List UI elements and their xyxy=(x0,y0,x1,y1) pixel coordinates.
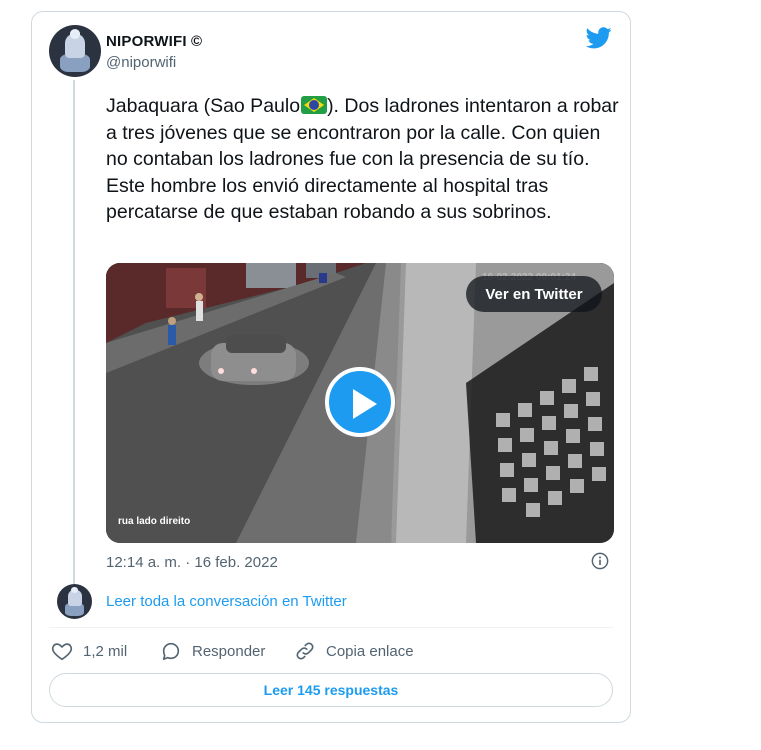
read-conversation-link[interactable]: Leer toda la conversación en Twitter xyxy=(106,593,347,610)
speech-bubble-icon xyxy=(162,642,180,661)
link-icon xyxy=(296,642,314,660)
tweet-timestamp[interactable]: 12:14 a. m. · 16 feb. 2022 xyxy=(106,554,278,571)
copy-link-action[interactable]: Copia enlace xyxy=(294,640,414,662)
author-avatar[interactable] xyxy=(49,25,101,77)
tweet-text-part1: Jabaquara (Sao Paulo xyxy=(106,95,301,117)
play-icon[interactable] xyxy=(325,367,395,437)
author-handle[interactable]: @niporwifi xyxy=(106,54,176,71)
info-icon[interactable] xyxy=(591,552,609,570)
reply-action[interactable]: Responder xyxy=(160,640,265,662)
copy-link-label: Copia enlace xyxy=(326,642,414,660)
brazil-flag-icon xyxy=(301,96,328,114)
divider xyxy=(49,627,613,628)
reply-label: Responder xyxy=(192,642,266,660)
watch-on-twitter-button[interactable]: Ver en Twitter xyxy=(466,276,602,312)
thread-line xyxy=(73,80,75,585)
author-name[interactable]: NIPORWIFI © xyxy=(106,33,202,50)
read-replies-button[interactable]: Leer 145 respuestas xyxy=(49,673,613,707)
like-count: 1,2 mil xyxy=(83,642,128,660)
like-action[interactable]: 1,2 mil xyxy=(51,640,127,662)
heart-icon xyxy=(51,643,73,661)
tweet-text: Jabaquara (Sao Paulo). Dos ladrones inte… xyxy=(106,93,626,226)
small-author-avatar[interactable] xyxy=(57,584,92,619)
camera-label: rua lado direito xyxy=(118,516,191,527)
twitter-bird-icon[interactable] xyxy=(586,27,612,49)
